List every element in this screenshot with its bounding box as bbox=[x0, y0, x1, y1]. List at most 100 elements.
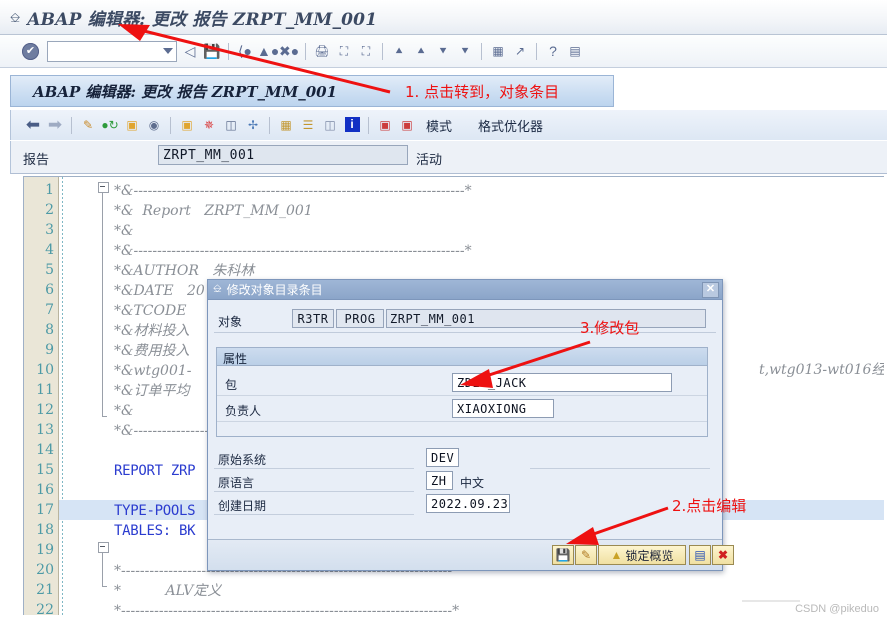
line-number: 6 bbox=[45, 282, 54, 298]
original-language-row: 原语言 ZH 中文 bbox=[214, 470, 716, 492]
code-text: *&wtg001- bbox=[114, 363, 192, 379]
floppy-save-icon: 💾 bbox=[555, 548, 571, 562]
row-divider bbox=[217, 421, 707, 422]
code-text: TABLES: BK bbox=[114, 523, 196, 539]
help-icon[interactable]: ? bbox=[543, 41, 563, 61]
edit-button[interactable]: ✎ bbox=[575, 545, 597, 565]
debug-user-icon[interactable]: ▣ bbox=[397, 115, 417, 135]
back-left-arrow-icon[interactable]: ⬅ bbox=[23, 115, 43, 135]
new-session-icon[interactable]: ▦ bbox=[488, 41, 508, 61]
report-row: 报告 ZRPT_MM_001 活动 bbox=[10, 141, 887, 174]
line-number: 4 bbox=[45, 242, 54, 258]
original-language-value: ZH bbox=[426, 471, 453, 490]
list-icon[interactable]: ◫ bbox=[320, 115, 340, 135]
find-next-icon[interactable]: ⛶ bbox=[356, 41, 376, 61]
line-number: 19 bbox=[36, 542, 54, 558]
code-text: *&--------------------------------------… bbox=[114, 243, 472, 259]
code-line[interactable]: *---------------------------------------… bbox=[59, 600, 884, 615]
cancel-x-icon[interactable]: ✖● bbox=[279, 41, 299, 61]
save-icon[interactable]: 💾 bbox=[202, 41, 222, 61]
row-divider bbox=[217, 395, 707, 396]
toolbar-label-pretty-printer[interactable]: 格式优化器 bbox=[478, 116, 543, 135]
code-text: *&订单平均 bbox=[114, 383, 190, 399]
dialog-title: 修改对象目录条目 bbox=[226, 283, 323, 297]
copy-object-icon[interactable]: ▣ bbox=[122, 115, 142, 135]
enter-check-icon[interactable]: ✔ bbox=[22, 42, 39, 60]
insert-statement-icon[interactable]: ✵ bbox=[199, 115, 219, 135]
first-page-icon[interactable]: ⯅ bbox=[389, 41, 409, 61]
find-icon[interactable]: ⛶ bbox=[334, 41, 354, 61]
debug-icon[interactable]: ▣ bbox=[375, 115, 395, 135]
back-arrow-icon[interactable]: ◁ bbox=[180, 41, 200, 61]
watermark-label: CSDN @pikeduo bbox=[795, 603, 879, 615]
local-object-button[interactable]: ▤ bbox=[689, 545, 711, 565]
last-page-icon[interactable]: ⯆ bbox=[455, 41, 475, 61]
code-line[interactable]: *&AUTHOR 朱科林 bbox=[59, 260, 884, 280]
dialog-doc-icon: ⎒ bbox=[213, 283, 222, 295]
report-label: 报告 bbox=[23, 152, 50, 167]
pattern-icon[interactable]: ◉ bbox=[144, 115, 164, 135]
exit-up-icon[interactable]: ▲● bbox=[257, 41, 279, 61]
annotation-3-text: 3.修改包 bbox=[580, 319, 640, 337]
attributes-group: 属性 包 ZDEV_JACK 负责人 XIAOXIONG bbox=[216, 347, 708, 437]
line-number: 1 bbox=[45, 182, 54, 198]
display-navigation-icon[interactable]: ◫ bbox=[221, 115, 241, 135]
activate-icon[interactable]: ●↻ bbox=[100, 115, 120, 135]
line-number: 17 bbox=[36, 502, 54, 518]
person-responsible-input[interactable]: XIAOXIONG bbox=[452, 399, 554, 418]
forward-right-arrow-icon[interactable]: ➡ bbox=[45, 115, 65, 135]
code-text: *&费用投入 bbox=[114, 343, 190, 359]
code-text: *---------------------------------------… bbox=[114, 603, 460, 615]
line-number: 16 bbox=[36, 482, 54, 498]
original-system-value: DEV bbox=[426, 448, 459, 467]
object-type-field[interactable]: R3TR bbox=[292, 309, 334, 328]
lock-overview-label: 锁定概览 bbox=[625, 548, 674, 563]
original-language-text: 中文 bbox=[460, 476, 485, 490]
line-number: 11 bbox=[36, 382, 54, 398]
report-name-input[interactable]: ZRPT_MM_001 bbox=[158, 145, 408, 165]
code-line[interactable]: * ALV定义 bbox=[59, 580, 884, 600]
code-line[interactable]: *&--------------------------------------… bbox=[59, 180, 884, 200]
structure-icon[interactable]: ▦ bbox=[276, 115, 296, 135]
layout-menu-icon[interactable]: ▤ bbox=[565, 41, 585, 61]
check-syntax-pencil-icon[interactable]: ✎ bbox=[78, 115, 98, 135]
window-titlebar: ⎒ ABAP 编辑器: 更改 报告 ZRPT_MM_001 bbox=[0, 0, 887, 35]
object-name-field[interactable]: ZRPT_MM_001 bbox=[386, 309, 706, 328]
expand-icon[interactable]: ✢ bbox=[243, 115, 263, 135]
original-system-label: 原始系统 bbox=[218, 453, 267, 467]
back-green-icon[interactable]: ⟨● bbox=[235, 41, 255, 61]
object-subtype-field[interactable]: PROG bbox=[336, 309, 384, 328]
package-input[interactable]: ZDEV_JACK bbox=[452, 373, 672, 392]
previous-page-icon[interactable]: ⯅ bbox=[411, 41, 431, 61]
cancel-button[interactable]: ✖ bbox=[712, 545, 734, 565]
code-line[interactable]: *& bbox=[59, 220, 884, 240]
info-icon[interactable]: i bbox=[342, 115, 362, 135]
toolbar-label-mode[interactable]: 模式 bbox=[426, 116, 452, 135]
lock-overview-button[interactable]: ▲ 锁定概览 bbox=[598, 545, 686, 565]
line-number: 3 bbox=[45, 222, 54, 238]
code-line[interactable]: *& Report ZRPT_MM_001 bbox=[59, 200, 884, 220]
code-text: *&TCODE bbox=[114, 303, 187, 319]
create-shortcut-icon[interactable]: ↗ bbox=[510, 41, 530, 61]
close-icon[interactable]: ✕ bbox=[702, 282, 719, 298]
command-field[interactable] bbox=[47, 40, 177, 62]
save-button[interactable]: 💾 bbox=[552, 545, 574, 565]
line-number: 22 bbox=[36, 602, 54, 615]
print-icon[interactable]: 🖨 bbox=[312, 41, 332, 61]
original-system-row: 原始系统 DEV bbox=[214, 447, 716, 469]
row-underline bbox=[214, 468, 414, 469]
line-number: 15 bbox=[36, 462, 54, 478]
line-number: 5 bbox=[45, 262, 54, 278]
line-number: 18 bbox=[36, 522, 54, 538]
code-text: TYPE-POOLS bbox=[114, 503, 196, 519]
package-label: 包 bbox=[225, 378, 238, 392]
window-doc-icon: ⎒ bbox=[10, 9, 21, 25]
next-page-icon[interactable]: ⯆ bbox=[433, 41, 453, 61]
chevron-down-icon[interactable] bbox=[163, 47, 173, 54]
code-line[interactable]: *&--------------------------------------… bbox=[59, 240, 884, 260]
code-text: REPORT ZRP bbox=[114, 463, 196, 479]
outline-icon[interactable]: ☰ bbox=[298, 115, 318, 135]
pretty-printer-icon[interactable]: ▣ bbox=[177, 115, 197, 135]
report-status-label: 活动 bbox=[416, 152, 443, 167]
code-text: * ALV定义 bbox=[114, 583, 222, 599]
